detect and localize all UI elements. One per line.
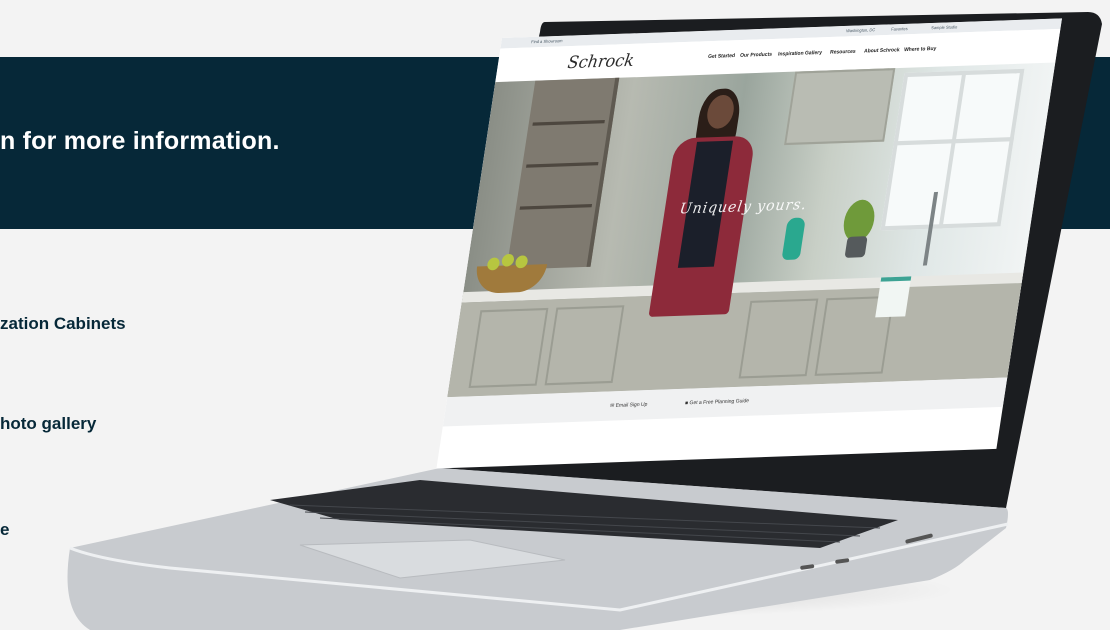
nav-our-products[interactable]: Our Products (740, 52, 773, 59)
dish-towel (875, 276, 912, 318)
laptop-image: Find a Showroom Washington, DC Favorites… (0, 0, 1110, 630)
hero-tagline: Uniquely yours. (678, 196, 809, 218)
cabinet-door (738, 298, 819, 379)
cabinet-door (544, 305, 625, 386)
upper-cabinet (784, 68, 896, 146)
nav-inspiration-gallery[interactable]: Inspiration Gallery (778, 50, 823, 58)
kitchen-hero-image: Uniquely yours. (447, 62, 1056, 398)
topbar-sample-studio[interactable]: Sample Studio (931, 24, 958, 30)
topbar-favorites[interactable]: Favorites (891, 26, 908, 32)
email-icon: ✉ (609, 402, 615, 410)
plant-pot (844, 236, 868, 258)
topbar-showroom-link[interactable]: Find a Showroom (531, 38, 563, 44)
nav-where-to-buy[interactable]: Where to Buy (904, 46, 937, 53)
nav-about[interactable]: About Schrock (864, 47, 901, 55)
email-signup-link[interactable]: ✉ Email Sign Up (610, 402, 648, 410)
open-shelving (506, 77, 620, 270)
green-vase (781, 217, 806, 261)
cabinet-door (468, 307, 549, 388)
nav-get-started[interactable]: Get Started (708, 53, 736, 60)
nav-resources[interactable]: Resources (830, 49, 857, 56)
site-logo[interactable]: Schrock (566, 50, 635, 72)
laptop-screen: Find a Showroom Washington, DC Favorites… (436, 18, 1062, 469)
email-signup-label: Email Sign Up (615, 401, 648, 409)
topbar-location[interactable]: Washington, DC (846, 27, 876, 33)
planning-guide-label: Get a Free Planning Guide (688, 398, 750, 407)
planning-guide-link[interactable]: ■ Get a Free Planning Guide (685, 398, 750, 407)
